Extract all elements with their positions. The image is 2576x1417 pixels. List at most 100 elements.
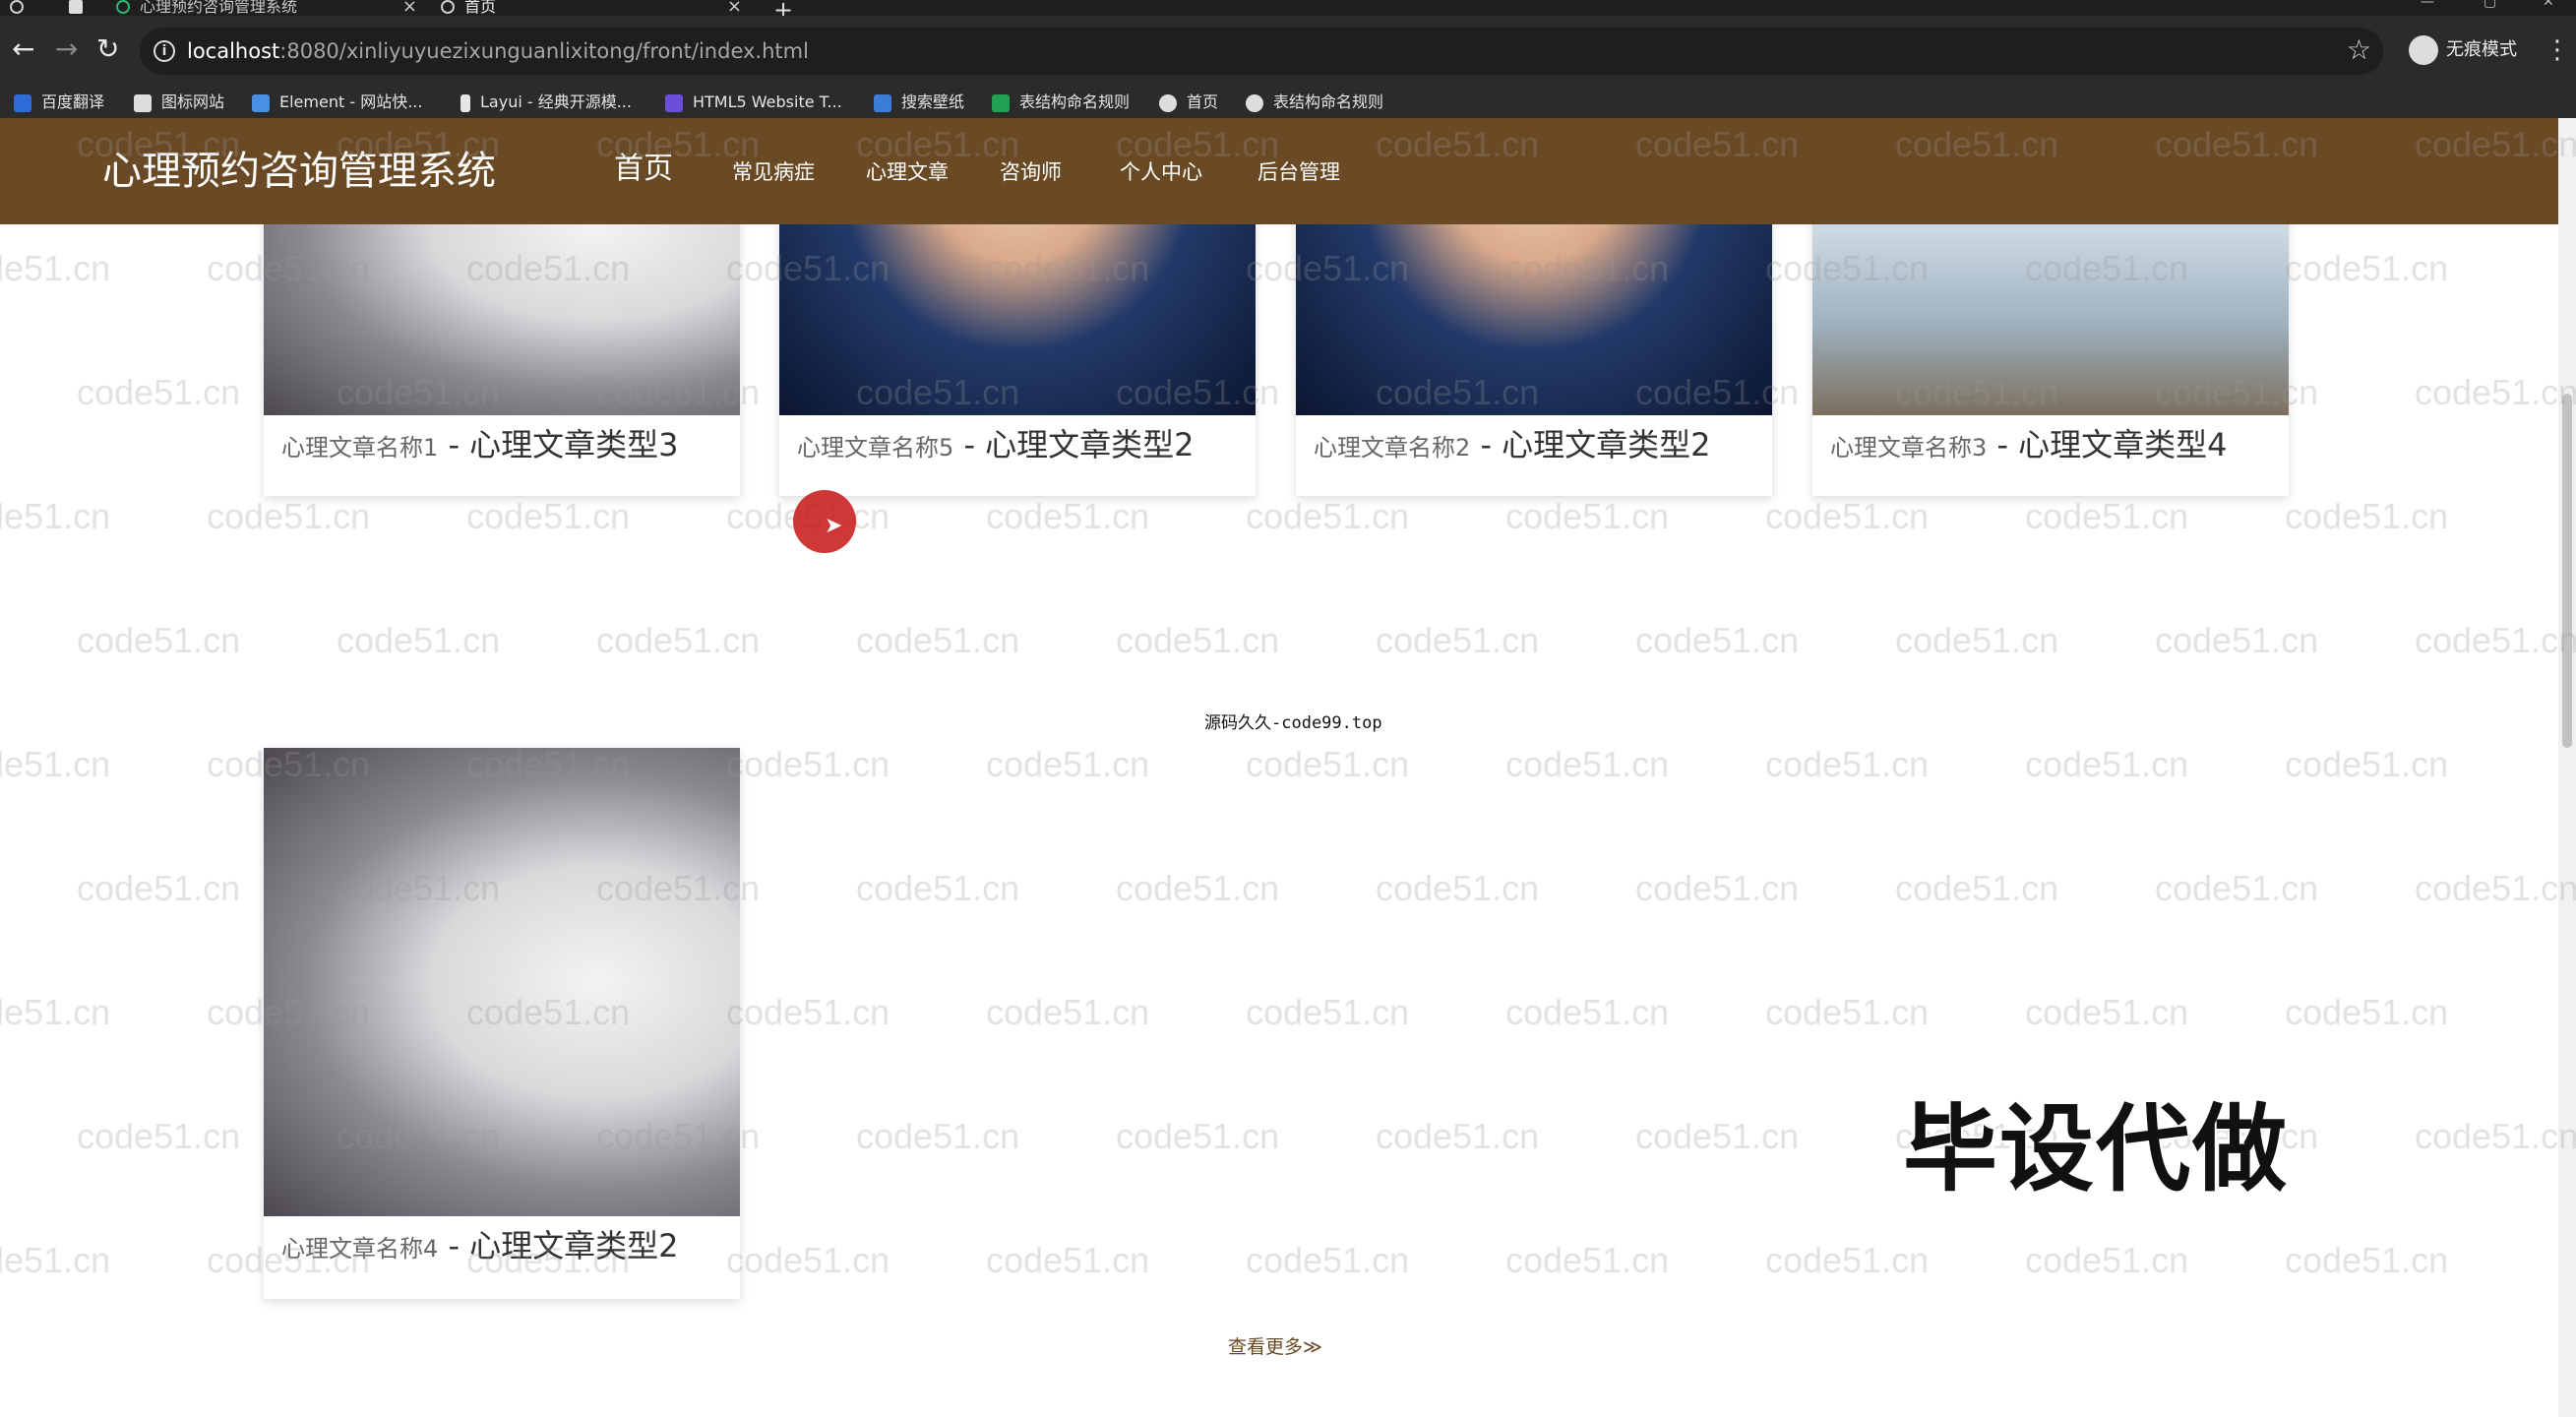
article-type: 心理文章类型2 [469, 1227, 679, 1264]
bookmark-item[interactable]: 图标网站 [134, 91, 224, 114]
bookmarks-bar: 百度翻译 图标网站 Element - 网站快... Layui - 经典开源模… [0, 87, 2576, 118]
nav-counselors[interactable]: 咨询师 [1000, 157, 1062, 187]
watermark-text: code51.cn [2285, 496, 2449, 536]
window-close-icon[interactable]: ✕ [2543, 0, 2554, 10]
watermark-text: code51.cn [1505, 496, 1670, 536]
watermark-text: code51.cn [2025, 1240, 2189, 1280]
watermark-text: code51.cn [77, 620, 241, 660]
watermark-text: code51.cn [1895, 868, 2059, 908]
article-caption: 心理文章名称2 - 心理文章类型2 [1314, 425, 1766, 470]
watermark-text: code51.cn [1376, 620, 1540, 660]
caption-separator: - [438, 426, 470, 463]
back-icon[interactable]: ← [12, 35, 34, 63]
tab-label: 首页 [464, 0, 497, 16]
browser-menu-icon[interactable] [10, 0, 39, 16]
watermark-text: code51.cn [1116, 868, 1280, 908]
article-type: 心理文章类型2 [1502, 426, 1711, 463]
watermark-text: code51.cn [1505, 1240, 1670, 1280]
info-icon[interactable]: i [153, 40, 175, 62]
reload-icon[interactable]: ↻ [96, 35, 119, 63]
nav-personal-center[interactable]: 个人中心 [1120, 157, 1202, 187]
pinned-tab[interactable] [69, 0, 98, 16]
watermark-text: code51.cn [337, 620, 501, 660]
more-menu-icon[interactable]: ⋮ [2545, 35, 2570, 65]
bookmark-item[interactable]: 表结构命名规则 [992, 91, 1130, 114]
page-scrollbar[interactable] [2558, 118, 2576, 1417]
watermark-text: code51.cn [1635, 1116, 1800, 1156]
watermark-text: code51.cn [2285, 992, 2449, 1032]
globe-icon [1159, 93, 1177, 112]
bookmark-item[interactable]: Element - 网站快... [252, 91, 422, 114]
article-name: 心理文章名称2 [1314, 434, 1471, 462]
incognito-profile-button[interactable]: 无痕模式 [2409, 35, 2517, 65]
watermark-text: code51.cn [2025, 992, 2189, 1032]
tab-home[interactable]: 首页 × [441, 0, 746, 16]
table-icon [992, 93, 1010, 112]
bookmark-label: 百度翻译 [41, 92, 105, 111]
watermark-text: code51.cn [2285, 1240, 2449, 1280]
site-title[interactable]: 心理预约咨询管理系统 [102, 148, 496, 195]
watermark-text: code51.cn [1246, 496, 1410, 536]
nav-home[interactable]: 首页 [614, 150, 673, 189]
watermark-text: code51.cn [2025, 744, 2189, 784]
bookmark-item[interactable]: 首页 [1159, 91, 1218, 114]
watermark-text: code51.cn [1765, 992, 1930, 1032]
watermark-text: code51.cn [1376, 868, 1540, 908]
promo-stamp: 毕设代做 [1903, 1094, 2289, 1204]
bookmark-item[interactable]: Layui - 经典开源模... [460, 91, 632, 114]
bookmark-star-icon[interactable]: ☆ [2347, 33, 2371, 66]
article-type: 心理文章类型2 [985, 426, 1195, 463]
watermark-text: code51.cn [1505, 992, 1670, 1032]
bookmark-label: 首页 [1187, 92, 1219, 111]
bookmark-item[interactable]: HTML5 Website T... [665, 91, 842, 114]
bookmark-label: HTML5 Website T... [693, 92, 842, 111]
scrollbar-thumb[interactable] [2562, 394, 2572, 748]
watermark-text: code51.cn [1765, 1240, 1930, 1280]
tab-admin-system[interactable]: 心理预约咨询管理系统 × [116, 0, 421, 16]
watermark-text: code51.cn [0, 248, 111, 288]
nav-articles[interactable]: 心理文章 [866, 157, 949, 187]
watermark-text: code51.cn [986, 496, 1150, 536]
nav-common-symptoms[interactable]: 常见病症 [732, 157, 815, 187]
bookmark-item[interactable]: 搜索壁纸 [874, 91, 964, 114]
article-name: 心理文章名称4 [281, 1235, 439, 1263]
globe-icon [1246, 93, 1263, 112]
watermark-text: code51.cn [1635, 868, 1800, 908]
address-bar[interactable]: i localhost:8080/xinliyuyuezixunguanlixi… [140, 28, 2383, 75]
watermark-text: code51.cn [2025, 496, 2189, 536]
bookmark-label: Element - 网站快... [279, 92, 423, 111]
url-host: localhost [187, 39, 280, 63]
watermark-text: code51.cn [2415, 372, 2576, 412]
caption-separator: - [953, 426, 986, 463]
watermark-text: code51.cn [2155, 620, 2319, 660]
watermark-text: code51.cn [1246, 1240, 1410, 1280]
article-card[interactable]: 心理文章名称4 - 心理文章类型2 [264, 748, 740, 1299]
article-name: 心理文章名称1 [281, 434, 439, 462]
watermark-text: code51.cn [0, 1240, 111, 1280]
tab-label: 心理预约咨询管理系统 [140, 0, 298, 16]
watermark-text: code51.cn [1246, 744, 1410, 784]
bookmark-label: 表结构命名规则 [1019, 92, 1131, 111]
watermark-text: code51.cn [726, 1240, 890, 1280]
watermark-text: code51.cn [1635, 620, 1800, 660]
url-text[interactable]: localhost:8080/xinliyuyuezixunguanlixito… [187, 37, 809, 65]
close-icon[interactable]: × [727, 0, 742, 16]
caption-separator: - [438, 1227, 470, 1264]
forward-icon[interactable]: → [55, 35, 78, 63]
bookmark-item[interactable]: 百度翻译 [14, 91, 104, 114]
bookmark-label: 搜索壁纸 [901, 92, 965, 111]
close-icon[interactable]: × [402, 0, 417, 16]
source-note: 源码久久-code99.top [1204, 713, 1382, 733]
caption-separator: - [1987, 426, 2019, 463]
nav-admin[interactable]: 后台管理 [1257, 157, 1340, 187]
bookmark-item[interactable]: 表结构命名规则 [1246, 91, 1383, 114]
mouse-cursor-icon: ➤ [825, 514, 843, 538]
watermark-text: code51.cn [1376, 1116, 1540, 1156]
wallpaper-icon [874, 93, 891, 112]
maximize-icon[interactable]: ▢ [2484, 0, 2496, 10]
article-name: 心理文章名称3 [1830, 434, 1988, 462]
view-more-link[interactable]: 查看更多≫ [1228, 1332, 1322, 1359]
watermark-text: code51.cn [2285, 248, 2449, 288]
minimize-icon[interactable]: — [2421, 0, 2434, 10]
page-viewport: 心理预约咨询管理系统 首页 常见病症 心理文章 咨询师 个人中心 后台管理 心理… [0, 118, 2576, 1417]
